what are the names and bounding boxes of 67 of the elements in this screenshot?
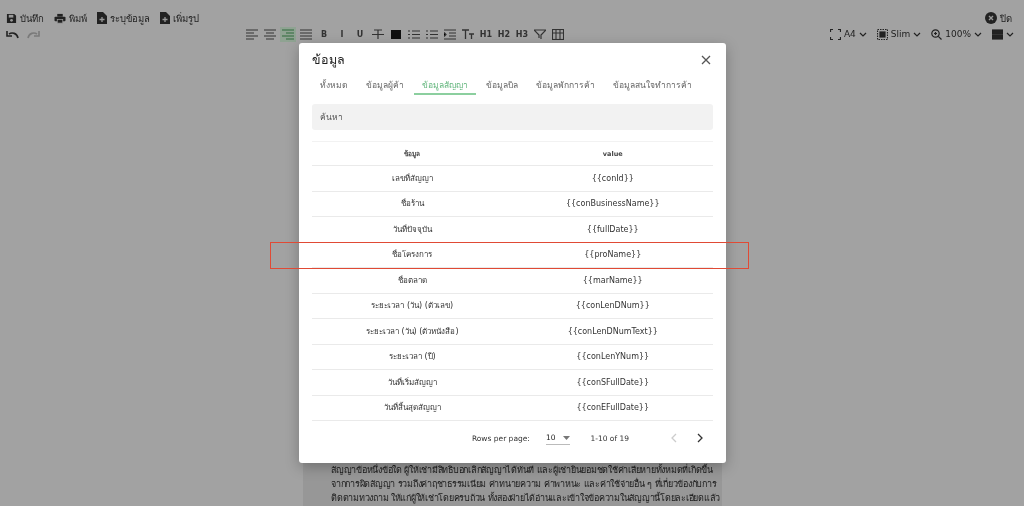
table-cell-text: ระยะเวลา (วัน) (ตัวเลข) (371, 300, 454, 313)
table-cell: {{marName}} (582, 275, 643, 285)
table-cell: {{conLenYNum}} (576, 352, 650, 362)
strike-button[interactable] (370, 26, 386, 42)
table-cell: {{conEFullDate}} (576, 403, 650, 413)
table-button[interactable] (550, 26, 566, 42)
caret-icon (858, 31, 867, 37)
table-cell-text: เลขที่สัญญา (391, 172, 433, 185)
format-button[interactable]: I (334, 26, 350, 42)
format-button[interactable]: H2 (496, 26, 512, 42)
table-cell-text: วันที่ปัจจุบัน (392, 223, 432, 236)
table-cell: ชื่อร้าน (400, 197, 424, 211)
table-cell-text: ชื่อตลาด (397, 274, 427, 287)
layout-dropdown[interactable] (992, 28, 1014, 40)
table-cell-text: ระยะเวลา (ปี) (388, 351, 436, 364)
table-cell: ชื่อโครงการ (392, 248, 433, 262)
save-button[interactable]: บันทึก (6, 10, 44, 26)
table-cell: {{conBusinessName}} (565, 199, 660, 209)
next-page-button[interactable] (697, 433, 703, 443)
fullscreen-icon (829, 28, 841, 40)
clear-button[interactable] (460, 26, 476, 42)
close-button[interactable]: ปิด (985, 10, 1012, 26)
table-cell: {{proName}} (584, 250, 642, 260)
margin-dropdown[interactable]: Slim (876, 28, 922, 40)
close-icon[interactable] (701, 55, 711, 65)
tab[interactable]: ข้อมูลบิล (478, 77, 526, 95)
table-cell: {{conLenDNumText}} (567, 326, 658, 336)
format-button[interactable]: H1 (478, 26, 494, 42)
caret-icon (974, 31, 982, 37)
caret-icon (913, 31, 922, 37)
tab[interactable]: ข้อมูลพักการค้า (528, 77, 603, 95)
table-cell-text: ระยะเวลา (วัน) (ตัวหนังสือ) (365, 325, 459, 338)
table-cell: {{fullDate}} (586, 224, 639, 234)
table-cell: {{conSFullDate}} (576, 377, 650, 387)
printer-icon (54, 12, 66, 24)
print-button[interactable]: พิมพ์ (54, 10, 87, 26)
filter-button[interactable] (532, 26, 548, 42)
file-plus-icon (160, 12, 170, 24)
caret-icon (563, 435, 571, 440)
table-cell: {{conLenDNum}} (575, 301, 650, 311)
format-button[interactable]: B (316, 26, 332, 42)
close-circle-icon (985, 12, 997, 24)
tab[interactable]: ข้อมูลสนใจทำการค้า (605, 77, 700, 95)
layout-icon (992, 28, 1003, 40)
format-button[interactable]: U (352, 26, 368, 42)
document-text: สัญญาข้อหนึ่งข้อใด ผู้ให้เช่ามีสิทธิบอกเลิกสัญญาได้ทันที และผู้เช่ายินยอมชดใช้ค่าเสียหายทั้งหมดที่เกิดขึ้น (331, 463, 714, 477)
zoom-dropdown[interactable]: 100% (931, 28, 982, 40)
dialog-title: ข้อมูล (312, 51, 345, 70)
page-size-dropdown[interactable]: A4 (829, 28, 867, 40)
search-field[interactable]: ค้นหา (312, 104, 713, 130)
table-cell: {{conId}} (591, 173, 634, 183)
caret-icon (1006, 31, 1014, 37)
margin-icon (876, 28, 888, 40)
table-cell-text: วันที่เริ่มสัญญา (387, 376, 437, 389)
format-button[interactable]: H3 (514, 26, 530, 42)
tab[interactable]: ข้อมูลผู้ค้า (358, 77, 412, 95)
undo-button[interactable] (6, 29, 20, 39)
document-text: ติดตามทวงถาม ให้แก่ผู้ให้เช่าโดยครบถ้วน ทั้งสองฝ่ายได้อ่านและเข้าใจข้อความในสัญญานี้โดยละเอียดแล้ว (331, 491, 722, 505)
indent-button[interactable] (442, 26, 458, 42)
zoom-icon (931, 28, 943, 40)
add-file-button[interactable]: เพิ่มรูป (160, 10, 199, 26)
tab[interactable]: ทั้งหมด (312, 77, 356, 95)
file-plus-icon (97, 12, 107, 24)
document-text: จากการผิดสัญญา รวมถึงค่าฤชาธรรมเนียม ค่าทนายความ ค่าพาหนะ และค่าใช้จ่ายอื่น ๆ ที่เกี่ยวข้องกับการ (331, 477, 718, 491)
table-cell: วันที่สิ้นสุดสัญญา (383, 401, 441, 415)
add-file-button[interactable]: ระบุข้อมูล (97, 10, 150, 26)
save-icon (6, 12, 17, 24)
